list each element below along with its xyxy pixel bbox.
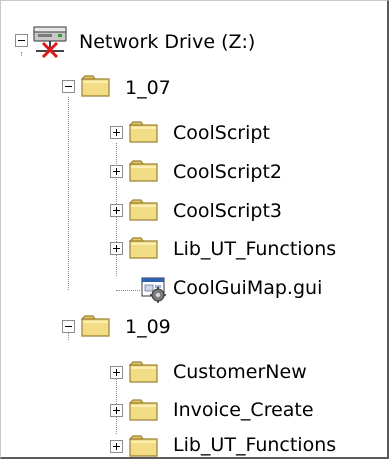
tree-node-label: CoolGuiMap.gui [173,277,323,299]
tree-line [116,290,140,291]
tree-line [68,332,69,340]
folder-icon [129,199,158,221]
gui-map-file-icon [141,277,166,303]
minus-sign [18,40,25,41]
folder-icon [129,435,158,457]
expand-toggle[interactable] [110,404,123,417]
minus-sign [65,326,72,327]
folder-icon [129,237,158,259]
folder-icon [129,399,158,421]
tree-node-label: CustomerNew [173,361,307,383]
folder-icon [129,361,158,383]
tree-node-label: 1_09 [125,316,171,338]
folder-icon [81,75,110,97]
tree-node-label: CoolScript [173,122,270,144]
expand-toggle[interactable] [110,242,123,255]
tree-node-label: Invoice_Create [173,399,314,421]
folder-icon [129,121,158,143]
tree-line [21,52,22,56]
folder-icon [81,315,110,337]
folder-tree: Network Drive (Z:) 1_07 CoolScript CoolS… [0,0,392,461]
tree-node-label: Network Drive (Z:) [79,31,256,53]
network-drive-icon [33,26,67,58]
tree-node-label: CoolScript3 [173,200,282,222]
tree-line [68,97,69,290]
minus-sign [65,86,72,87]
folder-icon [129,160,158,182]
expand-toggle[interactable] [110,366,123,379]
expand-toggle[interactable] [110,165,123,178]
expand-toggle[interactable] [110,126,123,139]
collapse-toggle[interactable] [15,34,28,47]
tree-node-label: Lib_UT_Functions [173,434,337,456]
tree-node-label: CoolScript2 [173,161,282,183]
tree-node-label: 1_07 [125,77,171,99]
expand-toggle[interactable] [110,440,123,453]
collapse-toggle[interactable] [62,320,75,333]
collapse-toggle[interactable] [62,80,75,93]
expand-toggle[interactable] [110,204,123,217]
tree-node-label: Lib_UT_Functions [173,238,337,260]
